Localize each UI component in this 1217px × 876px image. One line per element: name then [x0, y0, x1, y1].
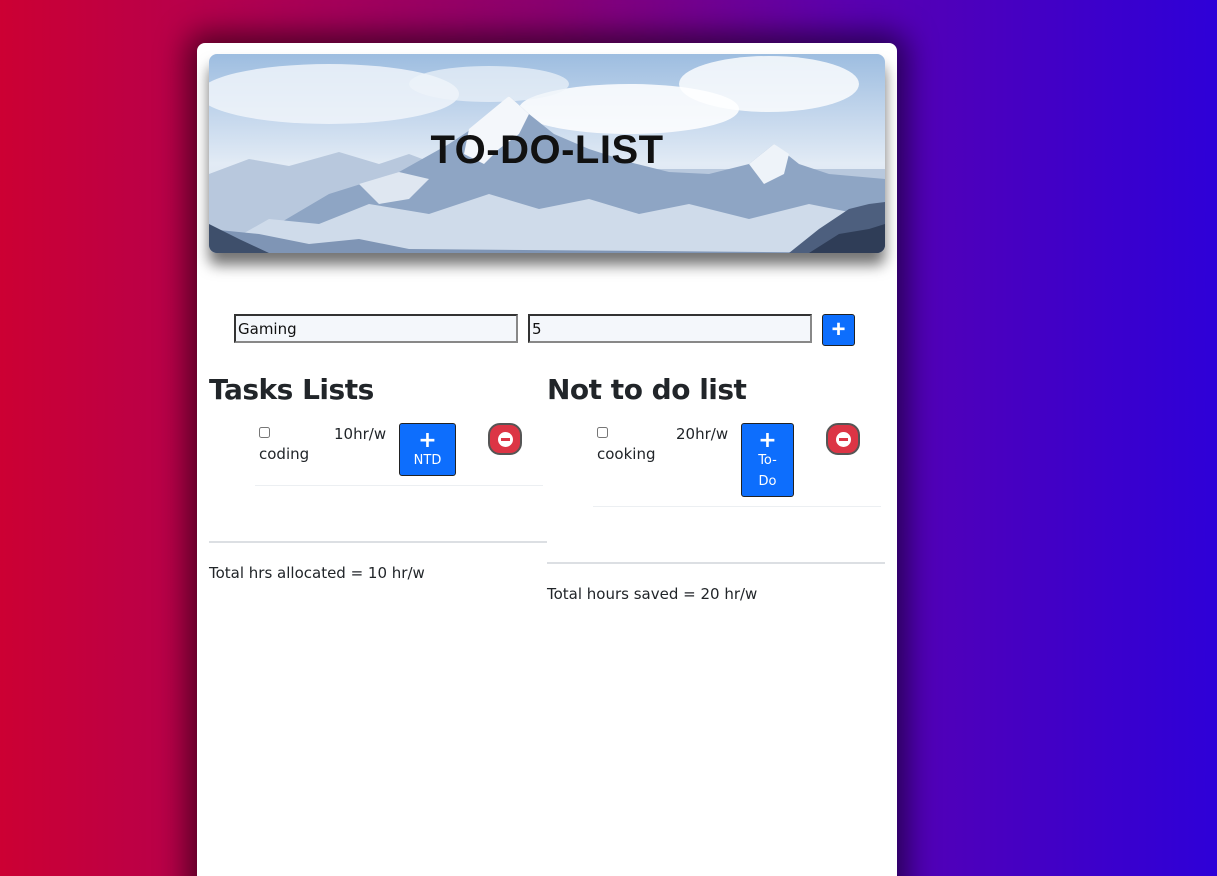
header-banner: TO-DO-LIST: [209, 54, 885, 253]
tasks-list-column: Tasks Lists coding 10hr/w + NTD Total hr…: [209, 373, 547, 582]
not-to-do-list-heading: Not to do list: [547, 373, 747, 406]
not-to-do-list-column: Not to do list cooking 20hr/w + To- Do T…: [547, 373, 885, 603]
delete-not-to-do-button[interactable]: [826, 423, 860, 455]
page-title: TO-DO-LIST: [430, 128, 664, 172]
minus-circle-icon: [836, 432, 851, 447]
tasks-list-heading: Tasks Lists: [209, 373, 374, 406]
divider: [547, 562, 885, 564]
move-to-not-to-do-button[interactable]: + NTD: [399, 423, 456, 476]
add-task-form: +: [234, 314, 864, 346]
add-task-button[interactable]: +: [822, 314, 855, 346]
minus-circle-icon: [498, 432, 513, 447]
move-to-to-do-button[interactable]: + To- Do: [741, 423, 794, 497]
total-hours-saved: Total hours saved = 20 hr/w: [547, 585, 758, 603]
plus-icon: +: [831, 316, 846, 343]
hours-input[interactable]: [528, 314, 812, 343]
task-hours: 10hr/w: [334, 425, 387, 443]
total-hours-allocated: Total hrs allocated = 10 hr/w: [209, 564, 425, 582]
not-to-do-name: cooking: [597, 445, 656, 463]
todo-card: TO-DO-LIST + Tasks Lists coding 10hr/w +…: [197, 43, 897, 876]
plus-icon: +: [418, 428, 437, 453]
task-name: coding: [259, 445, 310, 463]
list-item: cooking 20hr/w + To- Do: [593, 423, 881, 507]
plus-icon: +: [758, 428, 777, 453]
list-item: coding 10hr/w + NTD: [255, 423, 543, 486]
divider: [209, 541, 547, 543]
task-checkbox[interactable]: [259, 427, 270, 438]
not-to-do-hours: 20hr/w: [676, 425, 729, 443]
task-input[interactable]: [234, 314, 518, 343]
delete-task-button[interactable]: [488, 423, 522, 455]
not-to-do-checkbox[interactable]: [597, 427, 608, 438]
